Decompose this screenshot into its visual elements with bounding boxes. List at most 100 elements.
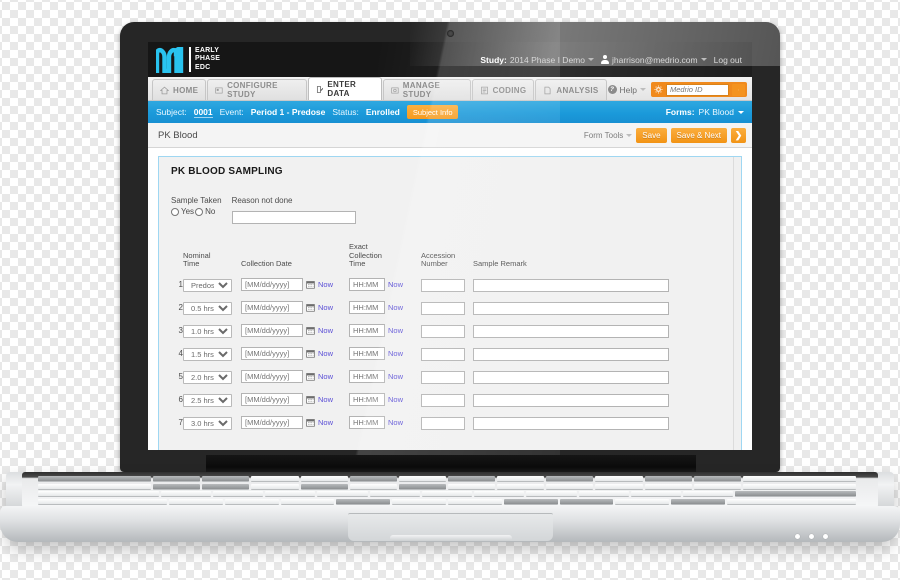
next-form-button[interactable]: ❯ bbox=[731, 128, 746, 143]
collection-date-now-link[interactable]: Now bbox=[318, 349, 333, 358]
save-and-next-button[interactable]: Save & Next bbox=[671, 128, 727, 143]
collection-date-now-link[interactable]: Now bbox=[318, 372, 333, 381]
collection-date-now-link[interactable]: Now bbox=[318, 326, 333, 335]
collection-date-now-link[interactable]: Now bbox=[318, 418, 333, 427]
calendar-icon[interactable] bbox=[306, 280, 315, 289]
gear-icon[interactable] bbox=[654, 85, 663, 94]
collection-date-now-link[interactable]: Now bbox=[318, 303, 333, 312]
collection-date-input[interactable] bbox=[241, 278, 303, 291]
accession-number-cell bbox=[421, 273, 473, 296]
exact-time-now-link[interactable]: Now bbox=[388, 303, 403, 312]
sample-taken-no-radio[interactable] bbox=[195, 208, 203, 216]
exact-time-now-link[interactable]: Now bbox=[388, 418, 403, 427]
exact-collection-time-input[interactable] bbox=[349, 370, 385, 383]
exact-time-now-link[interactable]: Now bbox=[388, 395, 403, 404]
nominal-time-select[interactable]: 0.5 hrs bbox=[183, 302, 232, 315]
keyboard-key bbox=[694, 484, 741, 490]
sample-taken-yes-radio[interactable] bbox=[171, 208, 179, 216]
collection-date-input[interactable] bbox=[241, 393, 303, 406]
keyboard-key bbox=[38, 491, 159, 497]
nominal-time-select[interactable]: 2.5 hrs bbox=[183, 394, 232, 407]
main-nav: HOME CONFIGURE STUDY ENTER DATA MANAGE S… bbox=[148, 77, 752, 101]
tab-analysis[interactable]: ANALYSIS bbox=[535, 79, 606, 100]
collection-date-input[interactable] bbox=[241, 324, 303, 337]
sample-remark-input[interactable] bbox=[473, 325, 669, 338]
panel-scrollbar[interactable] bbox=[733, 157, 740, 450]
keyboard-key bbox=[671, 499, 725, 505]
tab-home[interactable]: HOME bbox=[152, 79, 206, 100]
nominal-time-select[interactable]: 1.5 hrs bbox=[183, 348, 232, 361]
collection-date-input[interactable] bbox=[241, 416, 303, 429]
accession-number-input[interactable] bbox=[421, 417, 465, 430]
sample-remark-input[interactable] bbox=[473, 348, 669, 361]
sample-remark-input[interactable] bbox=[473, 279, 669, 292]
exact-collection-time-input[interactable] bbox=[349, 278, 385, 291]
logout-link[interactable]: Log out bbox=[714, 55, 742, 65]
accession-number-input[interactable] bbox=[421, 302, 465, 315]
collection-date-input[interactable] bbox=[241, 301, 303, 314]
exact-time-now-link[interactable]: Now bbox=[388, 372, 403, 381]
form-body: PK BLOOD SAMPLING Sample Taken Yes No Re… bbox=[148, 148, 752, 450]
accession-number-input[interactable] bbox=[421, 279, 465, 292]
calendar-icon[interactable] bbox=[306, 349, 315, 358]
subject-info-button[interactable]: Subject Info bbox=[407, 105, 459, 119]
nominal-time-cell: 2.5 hrs bbox=[183, 388, 241, 411]
nominal-time-select[interactable]: 3.0 hrs bbox=[183, 417, 232, 430]
sample-remark-cell bbox=[473, 319, 729, 342]
calendar-icon[interactable] bbox=[306, 372, 315, 381]
col-exact-collection-time: Exact Collection Time bbox=[349, 243, 421, 273]
tab-manage-study[interactable]: MANAGE STUDY bbox=[383, 79, 471, 100]
subject-value[interactable]: 0001 bbox=[194, 107, 213, 118]
calendar-icon[interactable] bbox=[306, 418, 315, 427]
trackpad-button[interactable] bbox=[390, 535, 512, 541]
keyboard-key bbox=[497, 484, 544, 490]
accession-number-input[interactable] bbox=[421, 371, 465, 384]
exact-time-now-link[interactable]: Now bbox=[388, 326, 403, 335]
keyboard-row bbox=[34, 484, 860, 490]
collection-date-now-link[interactable]: Now bbox=[318, 395, 333, 404]
keyboard[interactable] bbox=[34, 476, 860, 506]
sample-remark-input[interactable] bbox=[473, 417, 669, 430]
collection-date-input[interactable] bbox=[241, 370, 303, 383]
collection-date-cell: Now bbox=[241, 342, 349, 365]
nominal-time-select[interactable]: 2.0 hrs bbox=[183, 371, 232, 384]
keyboard-key bbox=[251, 484, 298, 490]
accession-number-input[interactable] bbox=[421, 325, 465, 338]
accession-number-input[interactable] bbox=[421, 348, 465, 361]
accession-number-cell bbox=[421, 296, 473, 319]
accession-number-input[interactable] bbox=[421, 394, 465, 407]
nominal-time-cell: 1.0 hrs bbox=[183, 319, 241, 342]
collection-date-now-link[interactable]: Now bbox=[318, 280, 333, 289]
exact-time-now-link[interactable]: Now bbox=[388, 349, 403, 358]
exact-collection-time-input[interactable] bbox=[349, 301, 385, 314]
forms-selector[interactable]: Forms: PK Blood bbox=[666, 107, 744, 117]
exact-collection-time-input[interactable] bbox=[349, 416, 385, 429]
exact-collection-time-input[interactable] bbox=[349, 324, 385, 337]
exact-collection-time-input[interactable] bbox=[349, 347, 385, 360]
sample-remark-input[interactable] bbox=[473, 394, 669, 407]
col-nominal-time: Nominal Time bbox=[183, 243, 241, 273]
study-selector[interactable]: Study: 2014 Phase I Demo bbox=[480, 55, 594, 65]
calendar-icon[interactable] bbox=[306, 326, 315, 335]
nominal-time-select[interactable]: Predose bbox=[183, 279, 232, 292]
help-menu[interactable]: ? Help bbox=[608, 85, 646, 95]
user-menu[interactable]: jharrison@medrio.com bbox=[601, 55, 707, 65]
search-button[interactable] bbox=[732, 84, 745, 96]
save-button[interactable]: Save bbox=[636, 128, 666, 143]
tab-coding[interactable]: CODING bbox=[472, 79, 535, 100]
keyboard-key bbox=[213, 491, 263, 497]
reason-not-done-input[interactable] bbox=[232, 211, 356, 224]
exact-time-now-link[interactable]: Now bbox=[388, 280, 403, 289]
nominal-time-select[interactable]: 1.0 hrs bbox=[183, 325, 232, 338]
form-tools-menu[interactable]: Form Tools bbox=[584, 131, 632, 140]
chevron-down-icon bbox=[701, 58, 707, 61]
sample-remark-input[interactable] bbox=[473, 371, 669, 384]
collection-date-input[interactable] bbox=[241, 347, 303, 360]
search-input[interactable] bbox=[666, 84, 729, 96]
calendar-icon[interactable] bbox=[306, 303, 315, 312]
tab-configure-study[interactable]: CONFIGURE STUDY bbox=[207, 79, 306, 100]
calendar-icon[interactable] bbox=[306, 395, 315, 404]
exact-collection-time-input[interactable] bbox=[349, 393, 385, 406]
tab-enter-data[interactable]: ENTER DATA bbox=[308, 77, 382, 100]
sample-remark-input[interactable] bbox=[473, 302, 669, 315]
